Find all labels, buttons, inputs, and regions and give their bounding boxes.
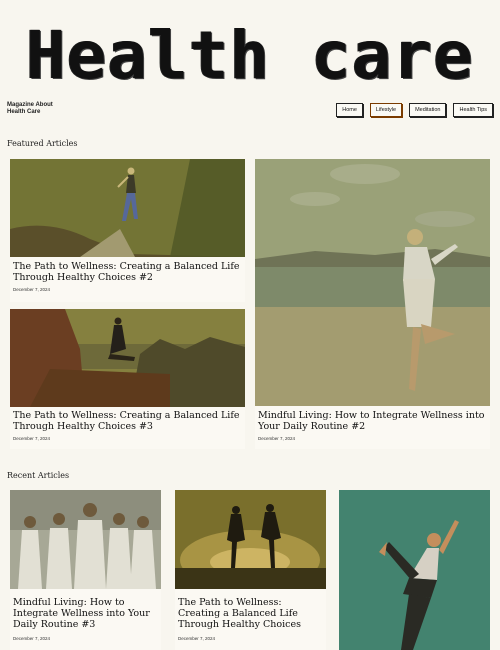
article-title[interactable]: The Path to Wellness: Creating a Balance… [13,410,241,432]
recent-card-3[interactable] [339,490,490,650]
recent-card-2[interactable]: The Path to Wellness: Creating a Balance… [175,490,326,650]
site-logo[interactable]: Health care [0,18,500,94]
article-title[interactable]: Mindful Living: How to Integrate Wellnes… [13,597,157,630]
article-image[interactable] [10,309,245,407]
article-date: December 7, 2024 [13,636,51,641]
article-title[interactable]: The Path to Wellness: Creating a Balance… [178,597,322,630]
article-image[interactable] [339,490,490,650]
article-title[interactable]: Mindful Living: How to Integrate Wellnes… [258,410,486,432]
featured-heading: Featured Articles [7,139,78,148]
article-date: December 7, 2024 [178,636,216,641]
recent-heading: Recent Articles [7,471,70,480]
nav-home[interactable]: Home [336,103,363,117]
article-image[interactable] [10,490,161,589]
main-nav: Home Lifestyle Meditation Health Tips [336,103,493,117]
tagline-line-1: Magazine About [7,102,53,108]
article-image[interactable] [255,159,490,406]
tagline-line-2: Health Care [7,109,41,115]
nav-meditation[interactable]: Meditation [409,103,447,117]
site-tagline: Magazine About Health Care [7,102,53,116]
featured-card-1[interactable]: The Path to Wellness: Creating a Balance… [10,159,245,302]
recent-card-1[interactable]: Mindful Living: How to Integrate Wellnes… [10,490,161,650]
article-image[interactable] [175,490,326,589]
article-title[interactable]: The Path to Wellness: Creating a Balance… [13,261,241,283]
featured-card-3[interactable]: Mindful Living: How to Integrate Wellnes… [255,159,490,449]
article-date: December 7, 2024 [258,436,296,441]
featured-card-2[interactable]: The Path to Wellness: Creating a Balance… [10,309,245,449]
site-logo-text: Health care [25,17,475,94]
nav-lifestyle[interactable]: Lifestyle [369,103,403,117]
article-date: December 7, 2024 [13,436,51,441]
article-date: December 7, 2024 [13,287,51,292]
nav-health-tips[interactable]: Health Tips [453,103,493,117]
article-image[interactable] [10,159,245,257]
